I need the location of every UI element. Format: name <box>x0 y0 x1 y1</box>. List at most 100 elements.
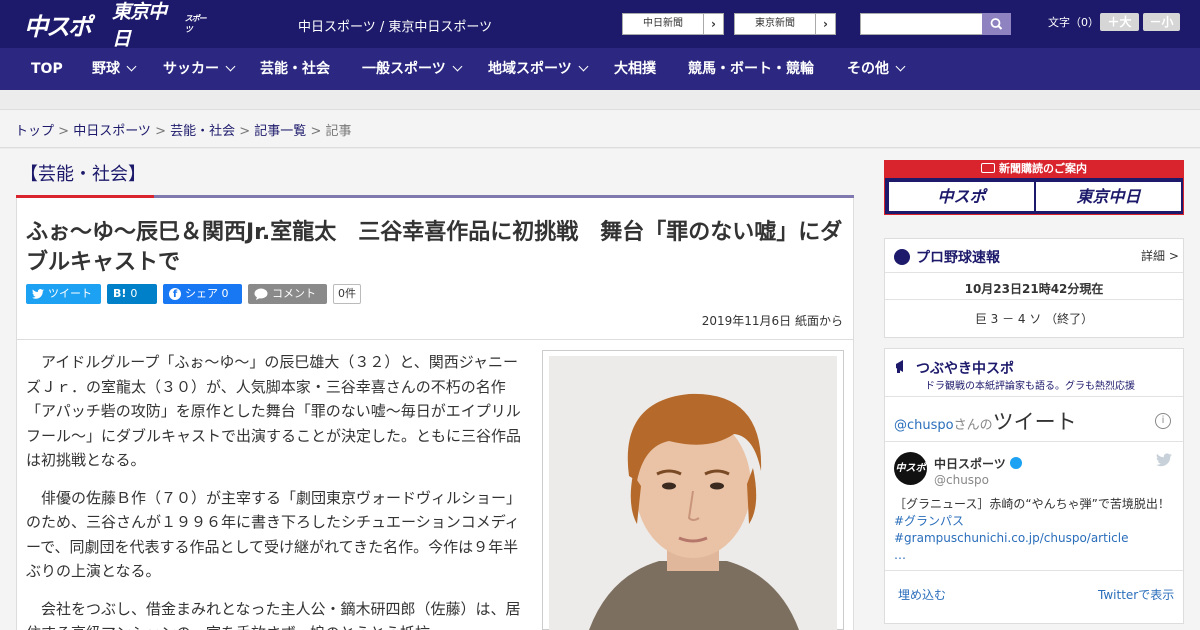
nav-item-sumo[interactable]: 大相撲 <box>614 48 656 90</box>
hatena-bookmark-button[interactable]: B! 0 <box>107 284 157 304</box>
newspaper-icon <box>981 163 995 173</box>
info-icon[interactable]: i <box>1155 413 1171 429</box>
tweets-by-handle[interactable]: @chuspo <box>894 418 954 433</box>
breadcrumb-home[interactable]: トップ <box>15 124 54 139</box>
chuspo-logo[interactable]: 中スポ <box>24 8 102 41</box>
article-photo[interactable] <box>549 356 837 630</box>
paper-button-label: 東京新聞 <box>755 18 795 29</box>
twitter-bird-icon[interactable] <box>1156 453 1172 467</box>
tweet-link[interactable]: #grampuschunichi.co.jp/chuspo/article <box>894 531 1128 545</box>
nav-label: その他 <box>847 61 889 77</box>
tokyo-logo-text: 東京中日 <box>112 1 167 50</box>
tweet-button[interactable]: ツイート <box>26 284 101 304</box>
nav-label: 野球 <box>92 61 120 77</box>
nav-item-local-sports[interactable]: 地域スポーツ <box>488 48 589 90</box>
divider <box>885 299 1183 300</box>
avatar[interactable]: 中スポ <box>894 452 927 485</box>
chevron-right-icon: › <box>703 14 723 34</box>
tokyo-logo-sub: スポーツ <box>184 14 207 34</box>
tweet-ellipsis: … <box>894 548 906 562</box>
speech-bubble-icon <box>254 288 268 300</box>
tsubuyaki-subtitle: ドラ観戦の本紙評論家も語る。グラも熱烈応援 <box>925 381 1135 392</box>
article-body: アイドルグループ「ふぉ～ゆ～」の辰巳雄大（３２）と、関西ジャニーズＪｒ．の室龍太… <box>26 350 526 630</box>
nav-item-baseball[interactable]: 野球 <box>92 48 137 90</box>
facebook-icon: f <box>169 288 181 300</box>
font-smaller-button[interactable]: －小 <box>1143 13 1180 31</box>
baseball-title-label: プロ野球速報 <box>916 250 1000 266</box>
nav-label: 地域スポーツ <box>488 61 572 77</box>
main-nav: TOP 野球 サッカー 芸能・社会 一般スポーツ 地域スポーツ 大相撲 競馬・ボ… <box>0 48 1200 90</box>
comment-button[interactable]: コメント <box>248 284 327 304</box>
hatena-count: 0 <box>130 287 138 300</box>
paper-button-label: 中日新聞 <box>643 18 683 29</box>
baseball-detail-link[interactable]: 詳細 > <box>1141 247 1179 264</box>
view-on-twitter-link[interactable]: Twitterで表示 <box>1098 586 1174 603</box>
nav-label: 競馬・ボート・競輪 <box>688 61 814 77</box>
breadcrumb-separator: > <box>54 124 74 139</box>
breadcrumb-chunichi-sports[interactable]: 中日スポーツ <box>73 124 151 139</box>
font-larger-button[interactable]: ＋大 <box>1100 13 1139 31</box>
tweet-text: ［グラニュース］赤崎の“やんちゃ弾”で苦境脱出！ #グランパス #grampusc… <box>894 496 1176 564</box>
chevron-right-icon: › <box>815 14 835 34</box>
account-name: 中日スポーツ <box>934 457 1006 471</box>
breadcrumb-article-list[interactable]: 記事一覧 <box>254 124 306 139</box>
nav-item-soccer[interactable]: サッカー <box>163 48 236 90</box>
subscription-banner-title: 新聞購読のご案内 <box>884 160 1184 178</box>
comment-count[interactable]: 0件 <box>333 284 361 304</box>
nav-item-top[interactable]: TOP <box>31 48 63 90</box>
nav-label: 大相撲 <box>614 61 656 77</box>
header-gap <box>0 90 1200 110</box>
facebook-share-label: シェア 0 <box>185 287 229 300</box>
breadcrumb-entertainment[interactable]: 芸能・社会 <box>170 124 235 139</box>
tweets-by-label: ツイート <box>992 410 1077 434</box>
divider <box>885 441 1183 442</box>
megaphone-icon <box>896 360 903 373</box>
nav-item-general-sports[interactable]: 一般スポーツ <box>362 48 463 90</box>
chuspo-subscription-card[interactable]: 中スポ <box>889 182 1034 211</box>
baseball-icon <box>894 249 910 265</box>
divider <box>885 396 1183 397</box>
baseball-update-time: 10月23日21時42分現在 <box>964 282 1104 296</box>
site-header: 中スポ 東京中日 スポーツ 中日スポーツ / 東京中日スポーツ 中日新聞 › 東京… <box>0 0 1200 50</box>
search-icon <box>990 18 1003 30</box>
nav-label: TOP <box>31 61 63 77</box>
embed-link[interactable]: 埋め込む <box>898 586 946 603</box>
search-button[interactable] <box>982 13 1011 35</box>
font-size-label: 文字（0） <box>1048 16 1099 29</box>
tweets-by-header: @chuspoさんのツイート <box>894 406 1077 436</box>
nav-item-racing[interactable]: 競馬・ボート・競輪 <box>688 48 814 90</box>
tsubuyaki-title: つぶやき中スポ <box>916 361 1014 377</box>
tweet-hashtag[interactable]: #グランパス <box>894 514 964 528</box>
breadcrumb-separator: > <box>306 124 326 139</box>
category-heading: 【芸能・社会】 <box>20 164 146 185</box>
breadcrumb: トップ > 中日スポーツ > 芸能・社会 > 記事一覧 > 記事 <box>0 110 1200 148</box>
nav-label: 一般スポーツ <box>362 61 446 77</box>
breadcrumb-separator: > <box>150 124 171 139</box>
site-links[interactable]: 中日スポーツ / 東京中日スポーツ <box>298 16 492 35</box>
verified-badge-icon <box>1009 457 1022 469</box>
chevron-down-icon <box>578 61 589 72</box>
share-buttons: ツイート B! 0 f シェア 0 コメント 0件 <box>26 284 361 304</box>
tweet-account-name[interactable]: 中日スポーツ <box>934 455 1022 472</box>
tweets-by-connector: さんの <box>953 418 993 433</box>
subscription-label: 新聞購読のご案内 <box>999 162 1087 175</box>
baseball-score[interactable]: 巨 3 － 4 ソ （終了） <box>884 310 1184 327</box>
chevron-down-icon <box>225 61 236 72</box>
tokyo-chunichi-subscription-card[interactable]: 東京中日 <box>1036 182 1181 211</box>
tweet-label: ツイート <box>48 287 92 300</box>
tokyo-shimbun-button[interactable]: 東京新聞 › <box>734 13 836 35</box>
breadcrumb-separator: > <box>235 124 255 139</box>
divider <box>885 272 1183 273</box>
tokyo-chunichi-logo[interactable]: 東京中日 スポーツ <box>112 1 212 50</box>
nav-item-entertainment[interactable]: 芸能・社会 <box>260 48 330 90</box>
search-input[interactable] <box>860 13 982 35</box>
chunichi-shimbun-button[interactable]: 中日新聞 › <box>622 13 724 35</box>
article-paragraph: アイドルグループ「ふぉ～ゆ～」の辰巳雄大（３２）と、関西ジャニーズＪｒ．の室龍太… <box>26 353 522 469</box>
hatena-icon: B! <box>113 287 127 300</box>
article-headline: ふぉ～ゆ～辰巳＆関西Jr.室龍太 三谷幸喜作品に初挑戦 舞台「罪のない嘘」にダブ… <box>26 220 843 275</box>
facebook-share-button[interactable]: f シェア 0 <box>163 284 242 304</box>
article-date: 2019年11月6日 紙面から <box>701 314 843 328</box>
nav-item-others[interactable]: その他 <box>847 48 906 90</box>
tweet-account-handle[interactable]: @chuspo <box>934 473 989 487</box>
portrait-photo <box>549 356 837 630</box>
